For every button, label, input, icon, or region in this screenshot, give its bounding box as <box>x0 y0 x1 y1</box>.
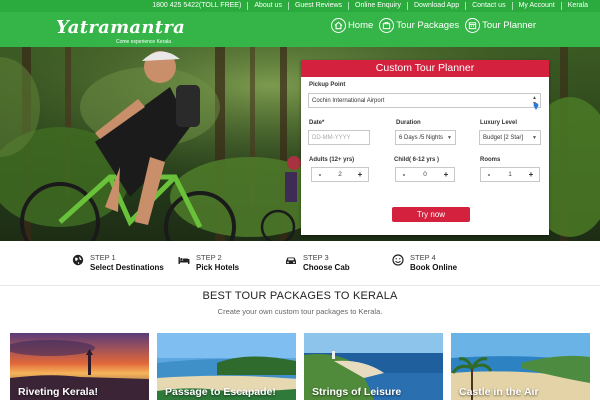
contact-us-link[interactable]: Contact us <box>465 2 511 10</box>
duration-select[interactable]: 6 Days /5 Nights ▼ <box>395 130 456 145</box>
rooms-plus-button[interactable]: + <box>526 170 536 179</box>
step-pick-hotels: STEP 2 Pick Hotels <box>178 253 239 273</box>
package-card-castle-in-the-air[interactable]: Castle in the Air <box>451 333 590 400</box>
chevron-down-icon: ▼ <box>447 134 452 141</box>
duration-value: 6 Days /5 Nights <box>399 134 444 141</box>
location-pin-icon <box>533 103 539 110</box>
package-card-passage-to-escapade[interactable]: Passage to Escapade! <box>157 333 296 400</box>
rooms-value[interactable]: 1 <box>508 171 512 178</box>
rooms-stepper: - 1 + <box>480 167 540 182</box>
online-enquiry-link[interactable]: Online Enquiry <box>348 2 407 10</box>
car-icon <box>285 254 297 266</box>
planner-title: Custom Tour Planner <box>301 60 549 77</box>
child-plus-button[interactable]: + <box>441 170 451 179</box>
kerala-link[interactable]: Kerala <box>560 2 594 10</box>
rooms-label: Rooms <box>480 157 501 163</box>
step-text: STEP 1 Select Destinations <box>90 253 164 273</box>
package-card-title: Strings of Leisure <box>312 386 402 398</box>
package-card-title: Castle in the Air <box>459 386 539 398</box>
adults-plus-button[interactable]: + <box>355 170 365 179</box>
step-title: Choose Cab <box>303 263 350 272</box>
package-card-strings-of-leisure[interactable]: Strings of Leisure <box>304 333 443 400</box>
step-choose-cab: STEP 3 Choose Cab <box>285 253 350 273</box>
step-text: STEP 3 Choose Cab <box>303 253 350 273</box>
package-card-title: Riveting Kerala! <box>18 386 98 398</box>
packages-heading: BEST TOUR PACKAGES TO KERALA <box>202 290 398 302</box>
step-number: STEP 1 <box>90 253 116 262</box>
top-bar: 1800 425 5422(TOLL FREE) About us Guest … <box>0 0 600 12</box>
logo-text: Yatramantra <box>56 17 186 38</box>
my-account-link[interactable]: My Account <box>511 2 561 10</box>
step-title: Book Online <box>410 263 458 272</box>
chevron-down-icon: ▼ <box>532 134 537 141</box>
nav-home-label: Home <box>347 20 374 31</box>
step-book-online: STEP 4 Book Online <box>392 253 457 273</box>
adults-value[interactable]: 2 <box>338 171 342 178</box>
toll-free-number[interactable]: 1800 425 5422(TOLL FREE) <box>146 2 247 10</box>
step-title: Pick Hotels <box>196 263 240 272</box>
pickup-label: Pickup Point <box>309 82 346 88</box>
nav-tour-packages-label: Tour Packages <box>396 20 460 31</box>
globe-icon <box>72 254 84 266</box>
step-select-destinations: STEP 1 Select Destinations <box>72 253 164 273</box>
step-number: STEP 3 <box>303 253 329 262</box>
adults-label: Adults (12+ yrs) <box>309 157 355 163</box>
pickup-value: Cochin International Airport <box>312 97 385 104</box>
luxury-label: Luxury Level <box>480 120 518 126</box>
bed-icon <box>178 254 190 266</box>
logo-tagline: Come experience Kerala <box>116 39 172 45</box>
adults-stepper: - 2 + <box>311 167 369 182</box>
child-minus-button[interactable]: - <box>399 170 409 179</box>
top-links: 1800 425 5422(TOLL FREE) About us Guest … <box>146 0 594 12</box>
logo[interactable]: Yatramantra Come experience Kerala <box>56 17 186 45</box>
date-label: Date* <box>309 120 325 126</box>
luxury-select[interactable]: Budget [2 Star] ▼ <box>479 130 541 145</box>
steps-bar: STEP 1 Select Destinations STEP 2 Pick H… <box>0 241 600 286</box>
child-label: Child( 6-12 yrs ) <box>394 157 440 163</box>
pickup-select[interactable]: Cochin International Airport ▲▼ <box>308 93 541 108</box>
date-placeholder: DD-MM-YYYY <box>312 134 351 141</box>
nav-tour-planner[interactable]: Tour Planner <box>465 18 536 33</box>
child-stepper: - 0 + <box>395 167 455 182</box>
date-input[interactable]: DD-MM-YYYY <box>308 130 370 145</box>
step-number: STEP 2 <box>196 253 222 262</box>
home-icon <box>330 18 346 33</box>
smiley-icon <box>392 254 404 266</box>
nav-home[interactable]: Home <box>330 18 374 33</box>
guest-reviews-link[interactable]: Guest Reviews <box>287 2 348 10</box>
about-us-link[interactable]: About us <box>247 2 288 10</box>
nav-tour-packages[interactable]: Tour Packages <box>379 18 459 33</box>
luxury-value: Budget [2 Star] <box>483 134 524 141</box>
child-value[interactable]: 0 <box>423 171 427 178</box>
planner-icon <box>465 18 481 33</box>
custom-tour-planner: Custom Tour Planner Pickup Point Cochin … <box>301 60 549 235</box>
package-card-riveting-kerala[interactable]: Riveting Kerala! <box>10 333 149 400</box>
step-number: STEP 4 <box>410 253 436 262</box>
packages-icon <box>379 18 395 33</box>
adults-minus-button[interactable]: - <box>315 170 325 179</box>
rooms-minus-button[interactable]: - <box>484 170 494 179</box>
nav-tour-planner-label: Tour Planner <box>482 20 536 31</box>
duration-label: Duration <box>396 120 421 126</box>
package-card-title: Passage to Escapade! <box>165 386 276 398</box>
main-nav: Home Tour Packages Tour Planner <box>330 18 536 33</box>
try-now-button[interactable]: Try now <box>392 207 470 222</box>
step-title: Select Destinations <box>90 263 164 272</box>
step-text: STEP 2 Pick Hotels <box>196 253 239 273</box>
packages-subheading: Create your own custom tour packages to … <box>217 307 383 316</box>
header: Yatramantra Come experience Kerala Home … <box>0 12 600 47</box>
step-text: STEP 4 Book Online <box>410 253 457 273</box>
download-app-link[interactable]: Download App <box>406 2 465 10</box>
